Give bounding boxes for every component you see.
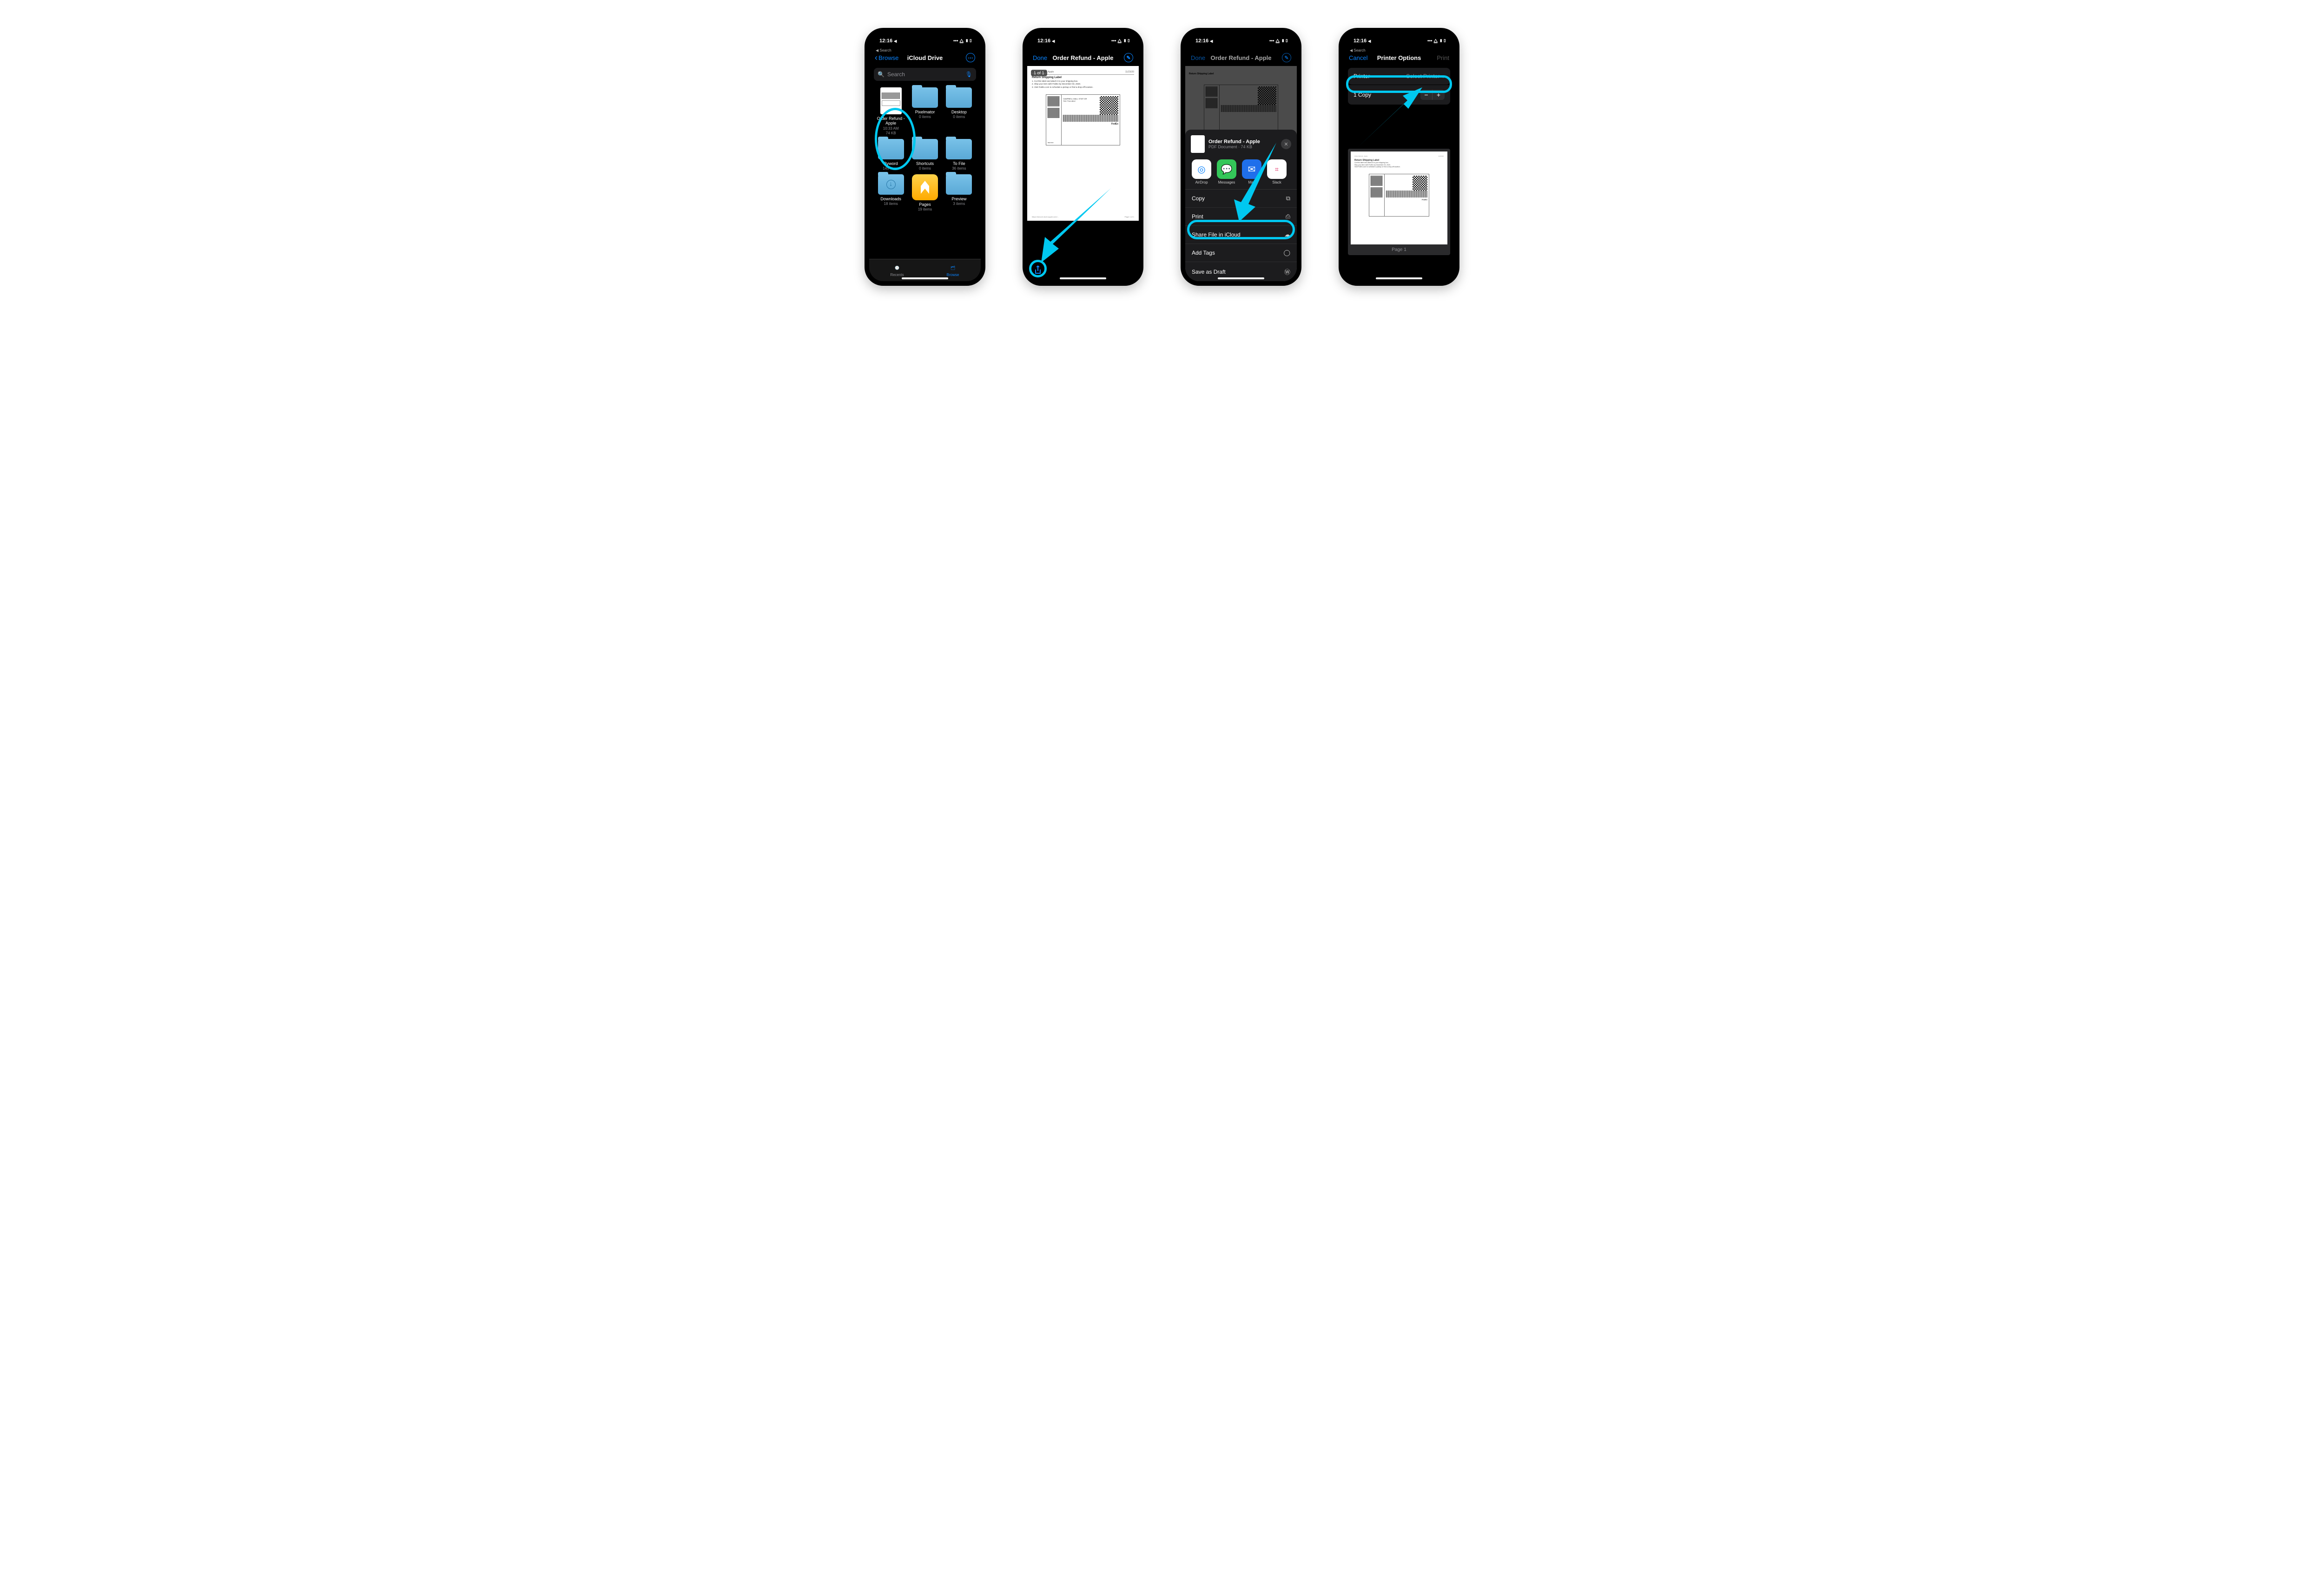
search-icon: 🔍 bbox=[878, 71, 885, 78]
home-indicator[interactable] bbox=[1376, 277, 1422, 279]
home-indicator[interactable] bbox=[902, 277, 948, 279]
share-button[interactable] bbox=[1033, 264, 1043, 276]
status-bar: 12:16◀ ••• ⧋ ▮▯ bbox=[869, 33, 981, 49]
back-browse-button[interactable]: Browse bbox=[875, 53, 898, 63]
done-button[interactable]: Done bbox=[1033, 54, 1047, 61]
back-search-link[interactable]: ◀ Search bbox=[876, 48, 891, 53]
close-button[interactable]: ✕ bbox=[1281, 139, 1291, 149]
folder-byword[interactable]: Byword145 items bbox=[875, 139, 907, 171]
pages-app-icon bbox=[912, 174, 938, 200]
folder-icon bbox=[946, 174, 972, 195]
folder-icon bbox=[946, 139, 972, 159]
print-icon: ⎙ bbox=[1286, 213, 1290, 220]
copy-icon: ⧉ bbox=[1286, 195, 1290, 202]
doc-instructions: 1. Cut this label and attach it to your … bbox=[1032, 80, 1134, 89]
dictate-icon[interactable]: 🎙 bbox=[965, 71, 972, 78]
folder-icon: 🗂 bbox=[948, 263, 957, 272]
folder-icon bbox=[912, 139, 938, 159]
status-bar: 12:16◀••• ⧋ ▮▯ bbox=[1343, 33, 1455, 49]
search-field[interactable]: 🔍 Search 🎙 bbox=[874, 68, 976, 81]
status-time: 12:16 bbox=[879, 38, 892, 44]
highlight-pill-printer-row bbox=[1346, 75, 1452, 93]
folder-icon bbox=[946, 87, 972, 108]
doc-thumbnail-icon bbox=[1191, 135, 1205, 153]
folder-pages[interactable]: Pages19 items bbox=[909, 174, 941, 211]
location-icon: ◀ bbox=[894, 39, 897, 43]
file-order-refund[interactable]: Order Refund - Apple 10:33 AM 74 KB bbox=[875, 87, 907, 135]
folder-to-file[interactable]: To File36 items bbox=[943, 139, 975, 171]
clock-icon: 🕓 bbox=[892, 263, 902, 272]
folder-pixelmator[interactable]: Pixelmator0 items bbox=[909, 87, 941, 135]
annotation-arrow bbox=[1041, 188, 1116, 263]
markup-button[interactable]: ✎ bbox=[1124, 53, 1133, 62]
airdrop-icon: ◎ bbox=[1192, 159, 1211, 179]
more-menu-button[interactable]: ⋯ bbox=[966, 53, 975, 62]
home-indicator[interactable] bbox=[1060, 277, 1106, 279]
shipping-label: REFUND CAMPBELL MALL STMT DR799 7744 451… bbox=[1046, 94, 1120, 145]
markup-button[interactable]: ✎ bbox=[1282, 53, 1291, 62]
wordpress-icon: Ⓦ bbox=[1284, 267, 1290, 276]
highlight-pill-print bbox=[1187, 220, 1295, 239]
phone-printer-options: 12:16◀••• ⧋ ▮▯ ◀ Search Cancel Printer O… bbox=[1339, 28, 1459, 286]
phone-share-sheet: 12:16◀••• ⧋ ▮▯ Done Order Refund - Apple… bbox=[1181, 28, 1301, 286]
search-placeholder: Search bbox=[887, 71, 963, 78]
doc-title: Order Refund - Apple bbox=[1053, 54, 1114, 61]
back-search-link[interactable]: ◀ Search bbox=[1350, 48, 1366, 53]
status-right: ••• ⧋ ▮▯ bbox=[953, 39, 972, 44]
folder-preview[interactable]: Preview3 items bbox=[943, 174, 975, 211]
nav-bar: Done Order Refund - Apple ✎ bbox=[1027, 49, 1139, 66]
done-button[interactable]: Done bbox=[1191, 54, 1205, 61]
nav-bar: Done Order Refund - Apple ✎ bbox=[1185, 49, 1297, 66]
folder-shortcuts[interactable]: Shortcuts0 items bbox=[909, 139, 941, 171]
folder-icon bbox=[912, 87, 938, 108]
document-icon bbox=[880, 87, 902, 114]
phone-files: 12:16◀ ••• ⧋ ▮▯ ◀ Search Browse iCloud D… bbox=[865, 28, 985, 286]
annotation-arrow bbox=[1230, 143, 1281, 222]
preview-page-label: Page 1 bbox=[1351, 247, 1447, 252]
phone-doc-viewer: 12:16◀••• ⧋ ▮▯ Done Order Refund - Apple… bbox=[1023, 28, 1143, 286]
doc-section-title: Return Shipping Label bbox=[1032, 76, 1134, 79]
print-preview[interactable]: Order Refund - Apple11/23/20 Return Ship… bbox=[1348, 149, 1450, 255]
action-add-tags[interactable]: Add Tags◯ bbox=[1185, 244, 1297, 262]
print-button-disabled: Print bbox=[1437, 54, 1449, 61]
cancel-button[interactable]: Cancel bbox=[1349, 54, 1367, 61]
folder-icon bbox=[878, 139, 904, 159]
annotation-arrow bbox=[1357, 87, 1422, 148]
files-grid: Order Refund - Apple 10:33 AM 74 KB Pixe… bbox=[869, 83, 981, 216]
nav-title: iCloud Drive bbox=[907, 54, 943, 61]
tag-icon: ◯ bbox=[1283, 249, 1290, 257]
page-title: Printer Options bbox=[1377, 54, 1421, 61]
status-bar: 12:16◀••• ⧋ ▮▯ bbox=[1027, 33, 1139, 49]
share-airdrop[interactable]: ◎AirDrop bbox=[1192, 159, 1211, 184]
folder-desktop[interactable]: Desktop0 items bbox=[943, 87, 975, 135]
folder-icon bbox=[878, 174, 904, 195]
page-indicator: 1 of 1 bbox=[1031, 70, 1047, 76]
home-indicator[interactable] bbox=[1218, 277, 1264, 279]
folder-downloads[interactable]: Downloads18 items bbox=[875, 174, 907, 211]
status-bar: 12:16◀••• ⧋ ▮▯ bbox=[1185, 33, 1297, 49]
